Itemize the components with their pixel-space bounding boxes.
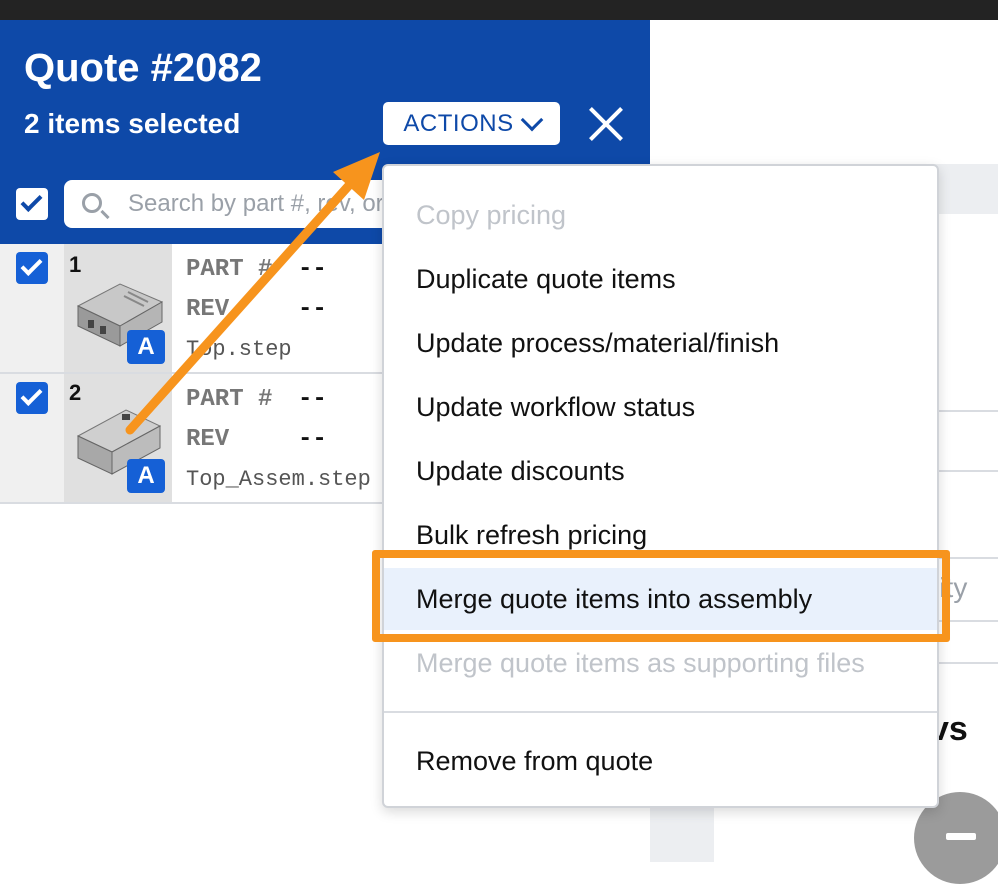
actions-button[interactable]: ACTIONS — [383, 102, 560, 145]
file-name: Top_Assem.step — [186, 467, 371, 492]
assembly-badge: A — [127, 330, 165, 364]
file-name: Top.step — [186, 337, 292, 362]
annotation-highlight-box — [372, 550, 950, 642]
rev-value: -- — [298, 426, 327, 453]
check-icon — [20, 254, 43, 276]
assembly-badge: A — [127, 459, 165, 493]
row-number: 1 — [69, 252, 82, 277]
row-checkbox[interactable] — [16, 382, 48, 414]
row-number: 2 — [69, 380, 82, 405]
menu-item-update-discounts[interactable]: Update discounts — [384, 440, 937, 502]
menu-item-duplicate-quote-items[interactable]: Duplicate quote items — [384, 248, 937, 310]
close-icon[interactable] — [588, 106, 624, 142]
menu-item-copy-pricing: Copy pricing — [416, 199, 567, 230]
search-icon — [82, 193, 102, 213]
menu-item-update-workflow-status[interactable]: Update workflow status — [384, 376, 937, 438]
check-icon — [20, 190, 43, 212]
part-number-label: PART # — [186, 386, 273, 413]
selected-count: 2 items selected — [24, 108, 241, 139]
menu-item-remove-from-quote[interactable]: Remove from quote — [384, 730, 937, 792]
rev-value: -- — [298, 296, 327, 323]
minus-icon — [946, 833, 976, 840]
chevron-down-icon — [520, 108, 543, 131]
quote-header: Quote #2082 2 items selected ACTIONS — [0, 20, 650, 164]
rev-label: REV — [186, 426, 230, 453]
menu-divider — [384, 711, 937, 713]
row-checkbox[interactable] — [16, 252, 48, 284]
browser-top-bar — [0, 0, 998, 20]
menu-item-update-process[interactable]: Update process/material/finish — [384, 312, 937, 374]
select-all-checkbox[interactable] — [16, 188, 48, 220]
page-title: Quote #2082 — [24, 46, 262, 90]
check-icon — [20, 384, 43, 406]
part-number-value: -- — [298, 386, 327, 413]
part-number-label: PART # — [186, 256, 273, 283]
rev-label: REV — [186, 296, 230, 323]
actions-button-label: ACTIONS — [403, 109, 514, 137]
part-number-value: -- — [298, 256, 327, 283]
actions-dropdown-menu: Copy pricing Duplicate quote items Updat… — [382, 164, 939, 808]
